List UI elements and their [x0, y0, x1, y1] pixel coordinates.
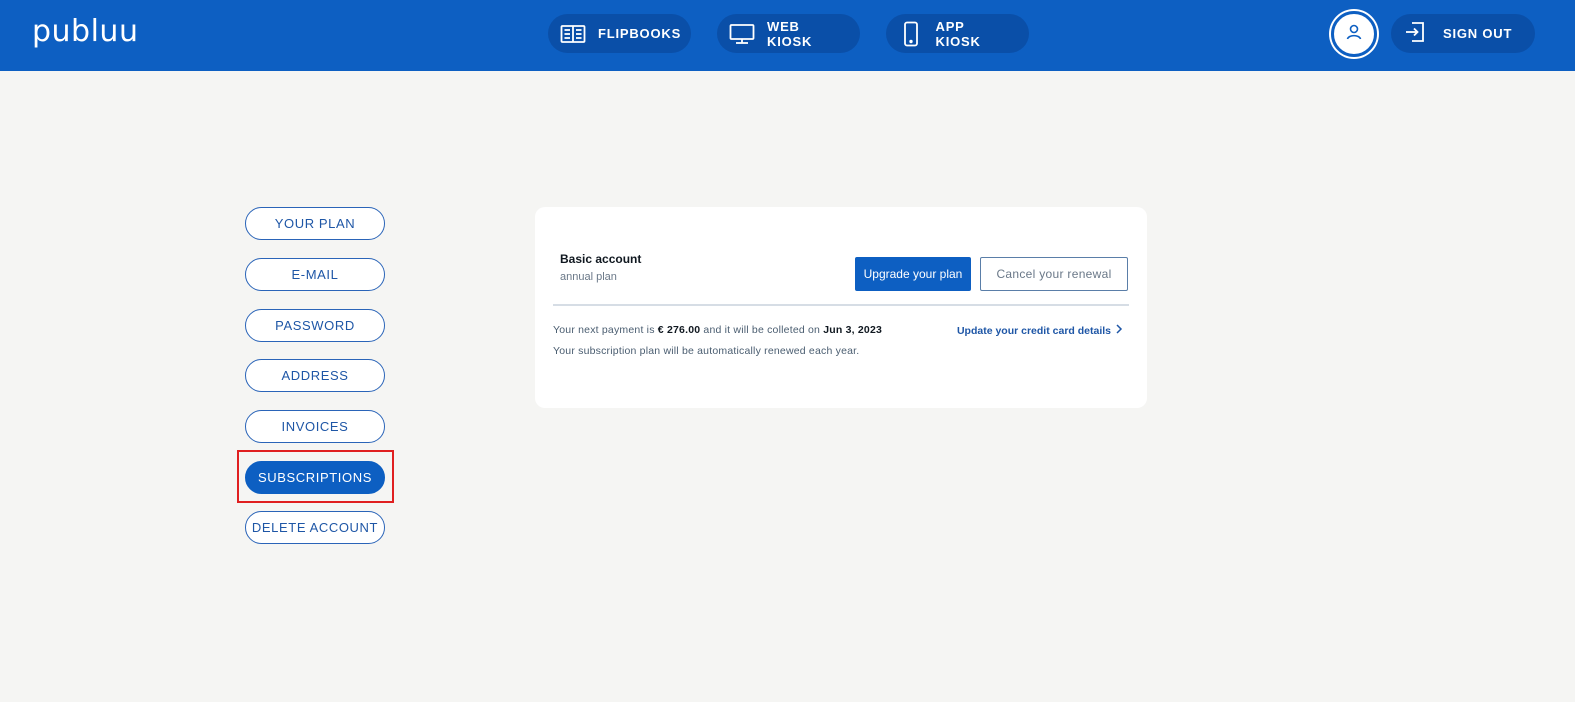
- monitor-icon: [729, 20, 755, 48]
- nav-flipbooks-button[interactable]: FLIPBOOKS: [548, 14, 691, 53]
- plan-title: Basic account: [560, 252, 642, 266]
- card-divider: [553, 304, 1129, 306]
- update-credit-card-link[interactable]: Update your credit card details: [957, 324, 1123, 337]
- chevron-right-icon: [1115, 324, 1123, 337]
- update-credit-card-label: Update your credit card details: [956, 324, 1111, 337]
- sidebar-item-address[interactable]: ADDRESS: [245, 359, 385, 392]
- payment-date: Jun 3, 2023: [823, 324, 883, 336]
- nav-flipbooks-label: FLIPBOOKS: [598, 26, 682, 41]
- upgrade-plan-button[interactable]: Upgrade your plan: [855, 257, 971, 291]
- publuu-logo[interactable]: publuu: [32, 14, 138, 49]
- sidebar-item-your-plan[interactable]: YOUR PLAN: [245, 207, 385, 240]
- sign-out-icon: [1403, 20, 1427, 47]
- nav-app-kiosk-button[interactable]: APP KIOSK: [886, 14, 1029, 53]
- nav-web-kiosk-label: WEB KIOSK: [767, 18, 813, 49]
- payment-prefix: Your next payment is: [553, 324, 655, 336]
- sidebar-item-email[interactable]: E-MAIL: [245, 258, 385, 291]
- next-payment-text: Your next payment is € 276.00 and it wil…: [553, 324, 882, 336]
- auto-renew-text: Your subscription plan will be automatic…: [553, 345, 860, 357]
- cancel-renewal-button[interactable]: Cancel your renewal: [980, 257, 1128, 291]
- sidebar-item-password[interactable]: PASSWORD: [245, 309, 385, 342]
- sign-out-button[interactable]: SIGN OUT: [1391, 14, 1535, 53]
- nav-web-kiosk-button[interactable]: WEB KIOSK: [717, 14, 860, 53]
- sidebar-item-invoices[interactable]: INVOICES: [245, 410, 385, 443]
- phone-icon: [898, 20, 924, 48]
- payment-amount: € 276.00: [657, 324, 701, 336]
- sidebar-item-delete-account[interactable]: DELETE ACCOUNT: [245, 511, 385, 544]
- book-icon: [560, 20, 586, 48]
- plan-subtitle: annual plan: [560, 271, 617, 283]
- sign-out-label: SIGN OUT: [1443, 26, 1513, 41]
- subscription-card: Basic account annual plan Upgrade your p…: [535, 207, 1147, 408]
- highlight-annotation-box: [237, 450, 394, 503]
- payment-middle: and it will be colleted on: [703, 324, 821, 336]
- top-navigation-bar: publuu FLIPBOOKS WEB KIOSK APP KIOSK SIG…: [0, 0, 1575, 71]
- user-icon: [1345, 23, 1363, 46]
- nav-app-kiosk-label: APP KIOSK: [935, 18, 981, 49]
- account-avatar-button[interactable]: [1331, 11, 1377, 57]
